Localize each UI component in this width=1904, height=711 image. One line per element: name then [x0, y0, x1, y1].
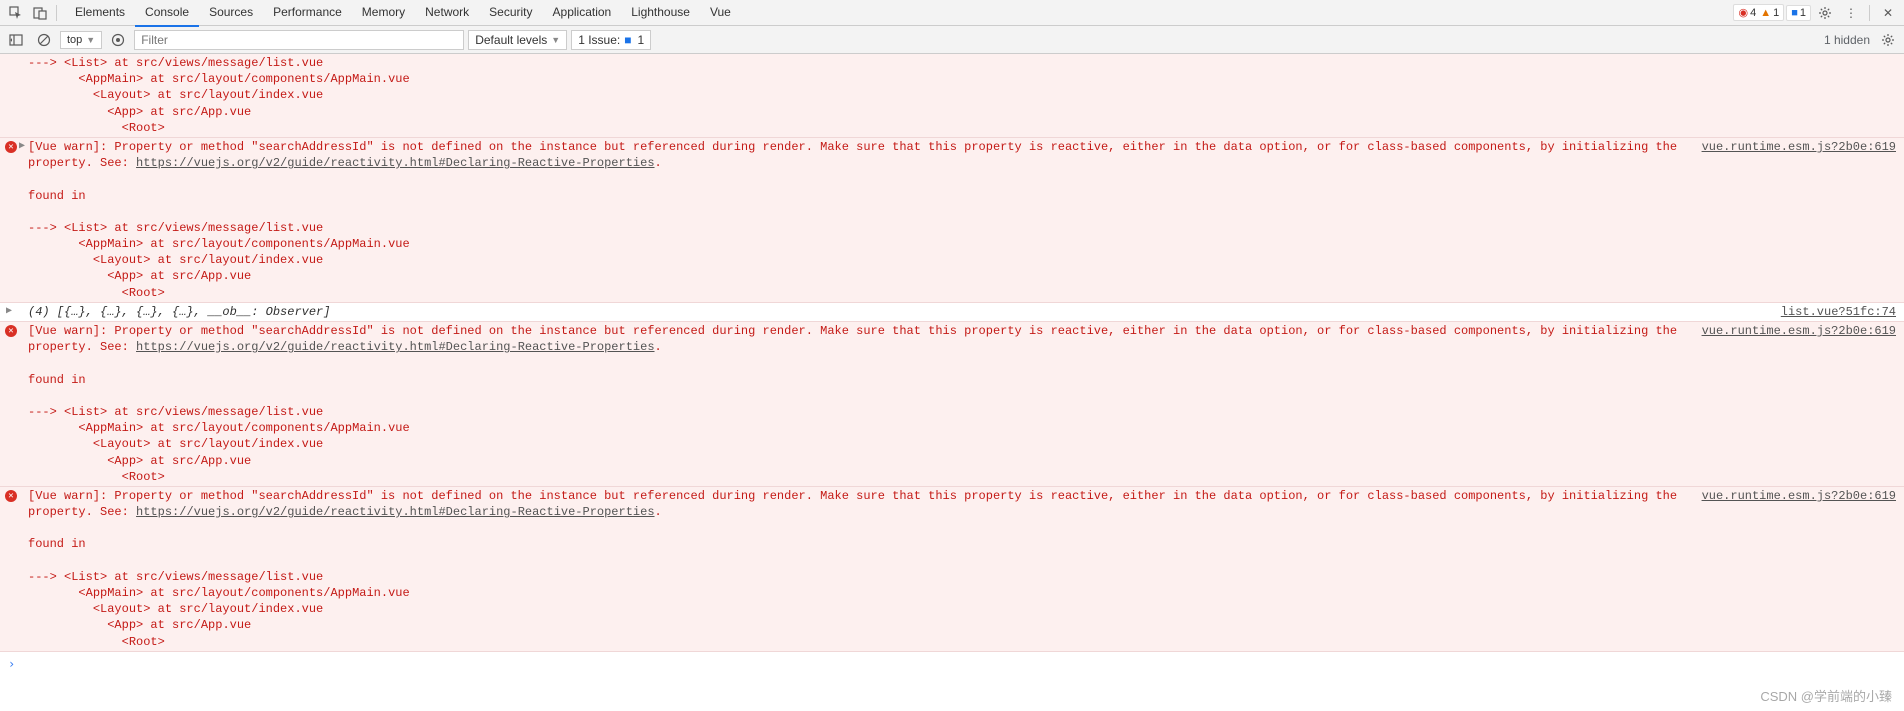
- prompt-icon: ›: [8, 656, 15, 672]
- live-expression-icon[interactable]: [106, 28, 130, 52]
- error-message: [Vue warn]: Property or method "searchAd…: [28, 139, 1682, 301]
- console-output: ---> <List> at src/views/message/list.vu…: [0, 54, 1904, 676]
- error-message: [Vue warn]: Property or method "searchAd…: [28, 323, 1682, 485]
- issues-button[interactable]: 1 Issue: ■ 1: [571, 30, 651, 50]
- tab-performance[interactable]: Performance: [263, 0, 352, 27]
- issues-badge[interactable]: ■1: [1786, 5, 1811, 21]
- warning-icon: ▲: [1760, 7, 1771, 19]
- tab-memory[interactable]: Memory: [352, 0, 415, 27]
- doc-link[interactable]: https://vuejs.org/v2/guide/reactivity.ht…: [136, 505, 654, 519]
- issue-count-value: 1: [637, 33, 644, 47]
- tab-network[interactable]: Network: [415, 0, 479, 27]
- device-icon[interactable]: [28, 1, 52, 25]
- console-prompt[interactable]: ›: [0, 652, 1904, 676]
- toolbar-right: ◉4 ▲1 ■1 ⋮ ✕: [1733, 1, 1904, 25]
- toolbar-left: [0, 1, 65, 25]
- log-message: (4) [{…}, {…}, {…}, {…}, __ob__: Observe…: [28, 304, 1761, 320]
- error-stack: ---> <List> at src/views/message/list.vu…: [28, 55, 1896, 136]
- tab-console[interactable]: Console: [135, 0, 199, 27]
- error-icon: ◉: [1738, 6, 1748, 19]
- error-icon: ✕: [5, 141, 17, 153]
- chevron-down-icon: ▼: [86, 35, 95, 45]
- console-error-row: ✕ [Vue warn]: Property or method "search…: [0, 487, 1904, 652]
- devtools-toolbar: Elements Console Sources Performance Mem…: [0, 0, 1904, 26]
- sidebar-toggle-icon[interactable]: [4, 28, 28, 52]
- tab-vue[interactable]: Vue: [700, 0, 741, 27]
- console-log-row: ▶ (4) [{…}, {…}, {…}, {…}, __ob__: Obser…: [0, 303, 1904, 322]
- console-error-row: ✕ [Vue warn]: Property or method "search…: [0, 322, 1904, 487]
- source-link[interactable]: vue.runtime.esm.js?2b0e:619: [1682, 323, 1896, 485]
- issues-count: 1: [1800, 7, 1806, 19]
- log-levels-selector[interactable]: Default levels ▼: [468, 30, 567, 50]
- source-link[interactable]: vue.runtime.esm.js?2b0e:619: [1682, 488, 1896, 650]
- tab-strip: Elements Console Sources Performance Mem…: [65, 0, 1733, 27]
- error-warning-badge[interactable]: ◉4 ▲1: [1733, 4, 1784, 21]
- levels-label: Default levels: [475, 33, 547, 47]
- separator: [1869, 5, 1870, 21]
- console-error-row: ---> <List> at src/views/message/list.vu…: [0, 54, 1904, 138]
- error-icon: ✕: [5, 325, 17, 337]
- filter-input[interactable]: [134, 30, 464, 50]
- inspect-icon[interactable]: [4, 1, 28, 25]
- issue-icon: ■: [1791, 7, 1798, 19]
- context-label: top: [67, 34, 82, 46]
- separator: [56, 5, 57, 21]
- warning-count: 1: [1773, 7, 1779, 19]
- issue-icon: ■: [624, 33, 631, 47]
- expand-icon[interactable]: ▶: [19, 140, 25, 154]
- chevron-down-icon: ▼: [551, 35, 560, 45]
- clear-console-icon[interactable]: [32, 28, 56, 52]
- source-link[interactable]: vue.runtime.esm.js?2b0e:619: [1682, 139, 1896, 301]
- expand-icon[interactable]: ▶: [6, 305, 12, 319]
- tab-security[interactable]: Security: [479, 0, 542, 27]
- source-link[interactable]: list.vue?51fc:74: [1761, 304, 1896, 320]
- doc-link[interactable]: https://vuejs.org/v2/guide/reactivity.ht…: [136, 156, 654, 170]
- tab-lighthouse[interactable]: Lighthouse: [621, 0, 700, 27]
- error-count: 4: [1750, 7, 1756, 19]
- console-filterbar: top ▼ Default levels ▼ 1 Issue: ■ 1 1 hi…: [0, 26, 1904, 54]
- issues-label: 1 Issue:: [578, 33, 620, 47]
- watermark: CSDN @学前端的小臻: [1760, 686, 1892, 705]
- tab-elements[interactable]: Elements: [65, 0, 135, 27]
- hidden-count: 1 hidden: [1824, 33, 1872, 47]
- settings-icon[interactable]: [1813, 1, 1837, 25]
- console-error-row: ✕ ▶ [Vue warn]: Property or method "sear…: [0, 138, 1904, 303]
- close-icon[interactable]: ✕: [1876, 1, 1900, 25]
- error-icon: ✕: [5, 490, 17, 502]
- doc-link[interactable]: https://vuejs.org/v2/guide/reactivity.ht…: [136, 340, 654, 354]
- tab-sources[interactable]: Sources: [199, 0, 263, 27]
- error-message: [Vue warn]: Property or method "searchAd…: [28, 488, 1682, 650]
- tab-application[interactable]: Application: [543, 0, 622, 27]
- console-settings-icon[interactable]: [1876, 28, 1900, 52]
- more-icon[interactable]: ⋮: [1839, 1, 1863, 25]
- context-selector[interactable]: top ▼: [60, 31, 102, 49]
